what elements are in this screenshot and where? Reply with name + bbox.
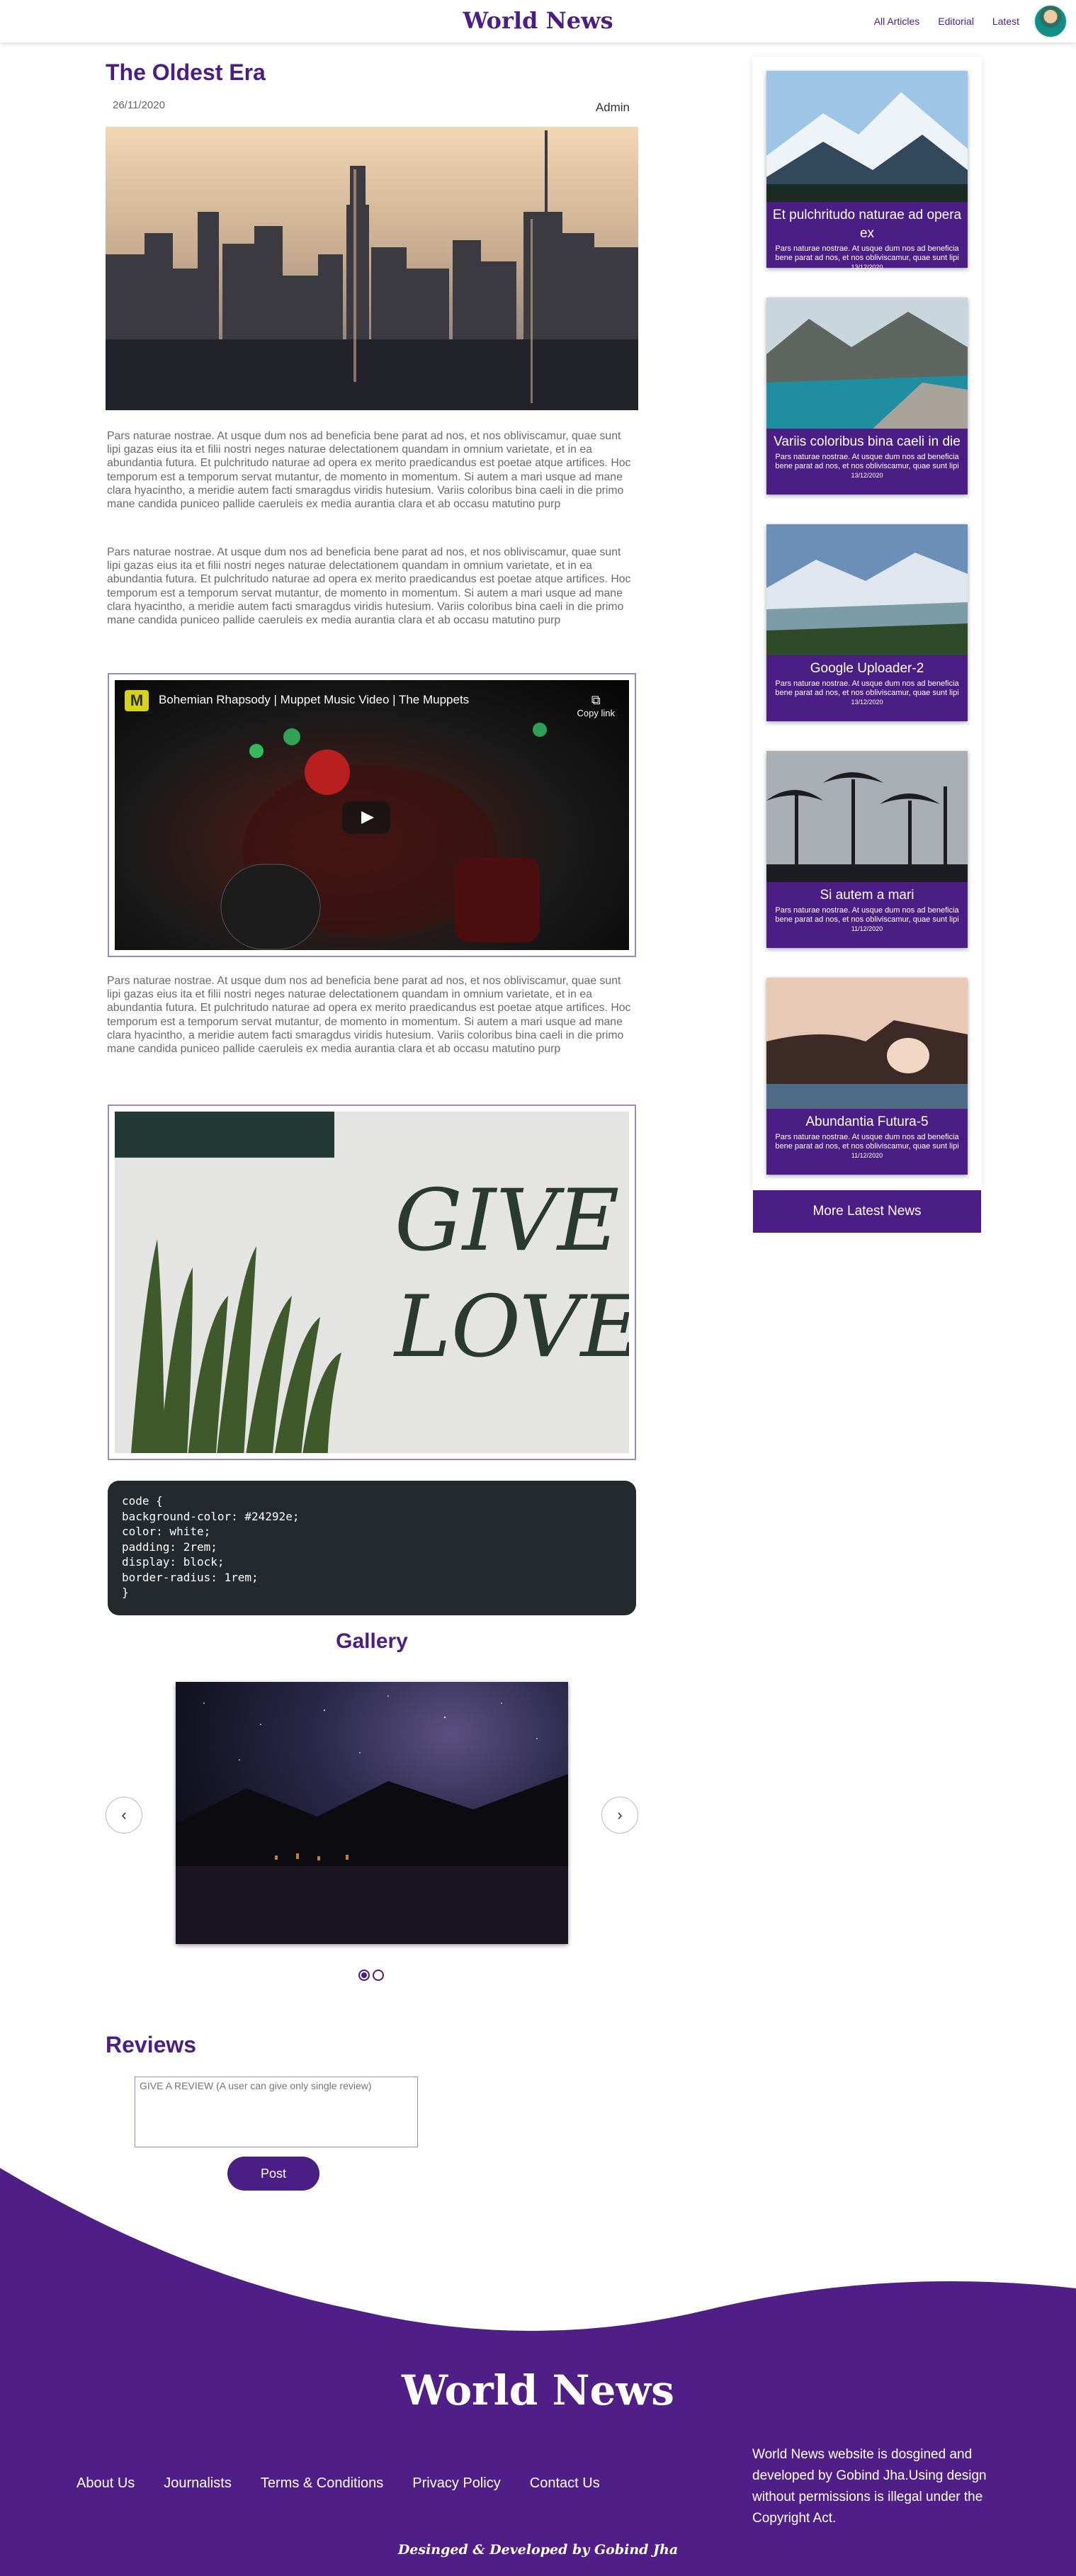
copy-link-label: Copy link [577, 708, 615, 718]
article-image-frame: GIVE LOVE [108, 1105, 636, 1460]
nav-editorial[interactable]: Editorial [938, 16, 974, 27]
news-card[interactable]: Abundantia Futura-5 Pars naturae nostrae… [766, 978, 968, 1175]
news-card-title: Abundantia Futura-5 [805, 1114, 929, 1129]
news-card-body: Et pulchritudo naturae ad opera ex Pars … [766, 202, 968, 271]
rock-arch-image [766, 978, 968, 1109]
news-card[interactable]: Variis coloribus bina caeli in die Pars … [766, 298, 968, 495]
news-card-date: 13/12/2020 [851, 264, 883, 271]
footer-link-about-us[interactable]: About Us [77, 2475, 135, 2492]
news-card-body: Si autem a mari Pars naturae nostrae. At… [766, 882, 968, 948]
gallery-title: Gallery [336, 1629, 408, 1653]
review-textarea[interactable] [135, 2077, 418, 2147]
footer-link-journalists[interactable]: Journalists [164, 2475, 232, 2492]
site-header: World News All Articles Editorial Latest [0, 0, 1076, 43]
video-title[interactable]: Bohemian Rhapsody | Muppet Music Video |… [159, 693, 469, 707]
channel-logo-icon[interactable]: M [125, 690, 149, 711]
code-block: code { background-color: #24292e; color:… [108, 1481, 636, 1615]
nav-latest[interactable]: Latest [992, 16, 1019, 27]
nav-all-articles[interactable]: All Articles [874, 16, 920, 27]
article-hero-image [106, 127, 638, 410]
plant-graphic [131, 1239, 341, 1453]
video-player[interactable]: M Bohemian Rhapsody | Muppet Music Video… [115, 680, 629, 950]
gallery-indicators [358, 1970, 384, 1981]
latest-news-sidebar: Et pulchritudo naturae ad opera ex Pars … [752, 57, 982, 1190]
play-button-icon[interactable] [342, 801, 390, 834]
palm-trees-image [766, 751, 968, 882]
news-card-text: Pars naturae nostrae. At usque dum nos a… [775, 906, 959, 924]
article-author: Admin [595, 101, 630, 114]
footer-about-text: World News website is dosgined and devel… [752, 2447, 987, 2526]
footer-link-terms[interactable]: Terms & Conditions [261, 2475, 383, 2492]
give-love-text: GIVE LOVE [395, 1168, 629, 1381]
city-skyline-image [106, 127, 638, 410]
news-card-body: Variis coloribus bina caeli in die Pars … [766, 429, 968, 495]
article-paragraph: Pars naturae nostrae. At usque dum nos a… [107, 975, 631, 1056]
copy-link-button[interactable]: ⧉ Copy link [577, 693, 615, 718]
news-card[interactable]: Et pulchritudo naturae ad opera ex Pars … [766, 71, 968, 271]
love-text: LOVE [395, 1278, 629, 1377]
main-nav: All Articles Editorial Latest [874, 16, 1019, 27]
news-card-text: Pars naturae nostrae. At usque dum nos a… [775, 1133, 959, 1151]
footer-nav: About Us Journalists Terms & Conditions … [77, 2475, 629, 2492]
valley-image [766, 524, 968, 655]
news-card-text: Pars naturae nostrae. At usque dum nos a… [775, 453, 959, 470]
footer-link-privacy[interactable]: Privacy Policy [412, 2475, 500, 2492]
copy-icon: ⧉ [591, 693, 601, 707]
gallery-slide [176, 1682, 568, 1944]
window-shape [115, 1112, 334, 1158]
article-date: 26/11/2020 [113, 99, 165, 111]
give-text: GIVE [395, 1172, 620, 1270]
news-card-text: Pars naturae nostrae. At usque dum nos a… [775, 679, 959, 697]
news-card-date: 13/12/2020 [851, 699, 883, 706]
news-card-date: 11/12/2020 [851, 1152, 883, 1159]
article-title: The Oldest Era [106, 60, 266, 85]
gallery-next-button[interactable]: › [601, 1797, 638, 1834]
mountain-image [766, 71, 968, 202]
more-latest-news-button[interactable]: More Latest News [753, 1190, 981, 1233]
news-card-date: 13/12/2020 [851, 472, 883, 479]
article-paragraph: Pars naturae nostrae. At usque dum nos a… [107, 430, 631, 511]
news-card[interactable]: Google Uploader-2 Pars naturae nostrae. … [766, 524, 968, 721]
gallery-prev-button[interactable]: ‹ [106, 1797, 142, 1834]
news-card-body: Google Uploader-2 Pars naturae nostrae. … [766, 655, 968, 721]
news-card-title: Si autem a mari [820, 888, 914, 903]
gallery-dot[interactable] [358, 1970, 370, 1981]
footer-logo[interactable]: World News [0, 2366, 1076, 2414]
lake-image [766, 298, 968, 429]
news-card-text: Pars naturae nostrae. At usque dum nos a… [775, 244, 959, 262]
night-sky-image [176, 1695, 568, 1944]
gallery-dot[interactable] [373, 1970, 384, 1981]
news-card-title: Et pulchritudo naturae ad opera ex [772, 208, 962, 241]
footer-link-contact[interactable]: Contact Us [530, 2475, 600, 2492]
reviews-title: Reviews [106, 2032, 197, 2057]
give-love-image: GIVE LOVE [115, 1112, 629, 1453]
user-avatar[interactable] [1033, 4, 1067, 38]
news-card-title: Variis coloribus bina caeli in die [774, 434, 961, 449]
article-paragraph: Pars naturae nostrae. At usque dum nos a… [107, 546, 631, 627]
news-card-title: Google Uploader-2 [810, 661, 924, 676]
news-card-body: Abundantia Futura-5 Pars naturae nostrae… [766, 1109, 968, 1175]
video-embed-frame: M Bohemian Rhapsody | Muppet Music Video… [108, 673, 636, 957]
news-card[interactable]: Si autem a mari Pars naturae nostrae. At… [766, 751, 968, 948]
footer-credit: Desinged & Developed by Gobind Jha [397, 2542, 679, 2558]
news-card-date: 11/12/2020 [851, 925, 883, 932]
